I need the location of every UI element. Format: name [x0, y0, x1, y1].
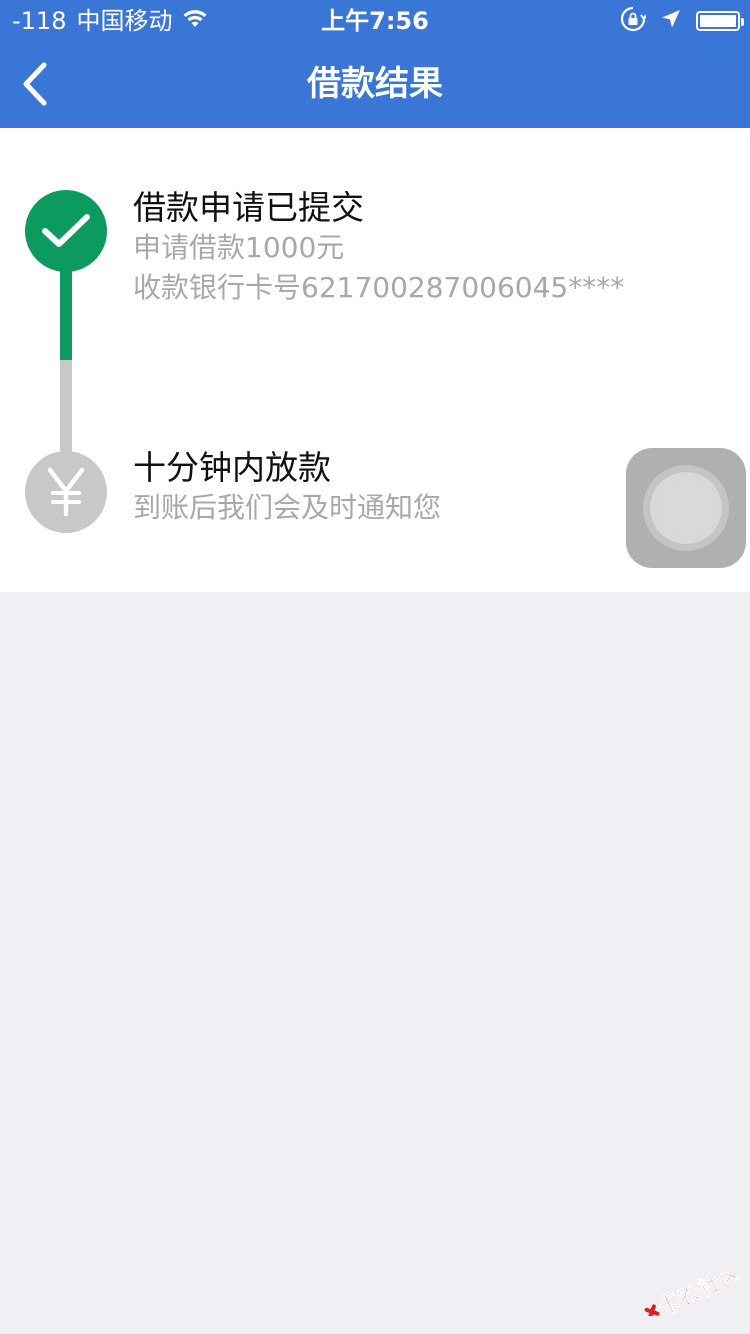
navigation-bar: 借款结果 — [0, 40, 750, 128]
notification-text: 到账后我们会及时通知您 — [133, 491, 442, 524]
step-disbursement-title: 十分钟内放款 — [133, 448, 331, 487]
orientation-lock-icon — [620, 6, 647, 36]
status-right — [606, 6, 744, 36]
step-submitted-title: 借款申请已提交 — [133, 188, 364, 227]
watermark-text: 卡农社区 — [654, 1272, 740, 1316]
location-icon — [660, 8, 682, 34]
step-submitted-indicator — [25, 190, 107, 272]
assistive-touch-button[interactable] — [626, 448, 746, 568]
progress-line-pending — [60, 360, 72, 455]
logo-mark-icon: 卡农社区 — [644, 1260, 745, 1321]
checkmark-icon — [42, 214, 90, 247]
loan-amount-text: 申请借款1000元 — [133, 231, 345, 264]
step-disbursement-indicator — [25, 451, 107, 533]
progress-line-done — [60, 268, 72, 360]
app-header: -118 中国移动 上午7:56 借款结果 — [0, 0, 750, 128]
yuan-icon — [47, 467, 85, 517]
watermark-logo: 卡农社区 — [640, 1260, 745, 1321]
battery-icon — [696, 11, 744, 31]
bank-card-text: 收款银行卡号621700287006045**** — [133, 271, 625, 304]
assistive-touch-icon — [657, 479, 715, 537]
page-title: 借款结果 — [307, 64, 443, 104]
status-bar: -118 中国移动 上午7:56 — [0, 0, 750, 40]
